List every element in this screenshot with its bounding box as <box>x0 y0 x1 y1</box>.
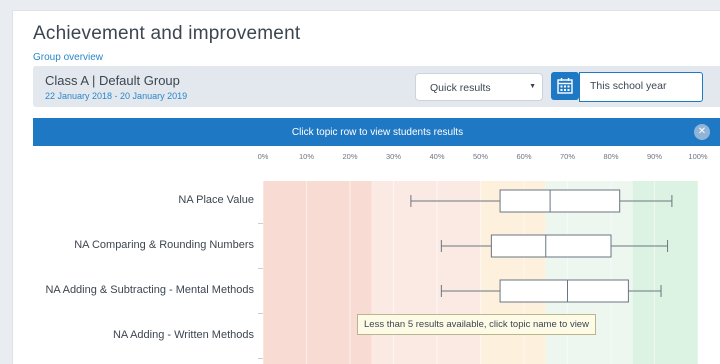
x-tick-label: 30% <box>385 152 402 161</box>
topic-label[interactable]: NA Comparing & Rounding Numbers <box>74 239 254 251</box>
iqr-box <box>490 234 612 258</box>
performance-band-4 <box>632 181 698 364</box>
iqr-box <box>499 189 621 213</box>
tooltip: Less than 5 results available, click top… <box>357 314 596 335</box>
x-tick-label: 10% <box>298 152 315 161</box>
x-tick-label: 90% <box>646 152 663 161</box>
x-tick-label: 50% <box>472 152 489 161</box>
performance-band-0 <box>263 181 372 364</box>
x-tick-label: 0% <box>257 152 269 161</box>
x-tick-label: 80% <box>603 152 619 161</box>
x-tick-label: 20% <box>342 152 358 161</box>
x-tick-label: 70% <box>559 152 576 161</box>
x-tick-label: 100% <box>688 152 708 161</box>
topic-label[interactable]: NA Place Value <box>178 194 254 206</box>
topic-label[interactable]: NA Adding & Subtracting - Mental Methods <box>45 284 254 296</box>
performance-band-1 <box>371 181 481 364</box>
x-tick-label: 60% <box>516 152 532 161</box>
boxplot-chart <box>258 181 699 364</box>
iqr-box <box>499 279 629 303</box>
topic-label[interactable]: NA Adding - Written Methods <box>113 329 254 341</box>
x-tick-label: 40% <box>429 152 445 161</box>
